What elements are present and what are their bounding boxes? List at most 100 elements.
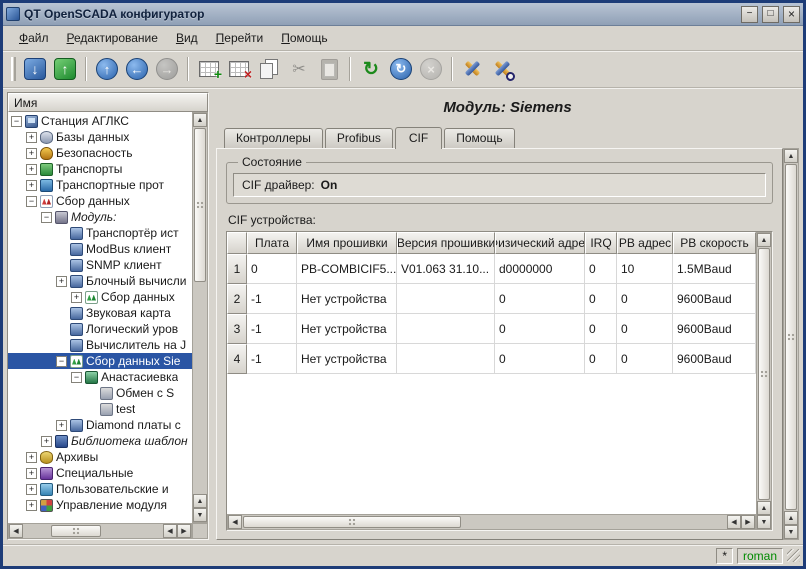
tree-item-transports[interactable]: Транспорты	[8, 161, 192, 177]
save-button[interactable]	[50, 54, 80, 84]
tree-item-module-mgmt[interactable]: Управление модуля	[8, 497, 192, 513]
tree-item-station[interactable]: Станция АГЛКС	[8, 113, 192, 129]
refresh-button[interactable]	[356, 54, 386, 84]
tree-item-template-lib[interactable]: Библиотека шаблон	[8, 433, 192, 449]
tree-item-daq-sub[interactable]: Сбор данных	[8, 289, 192, 305]
expand-icon[interactable]	[26, 484, 37, 495]
tree-item-databases[interactable]: Базы данных	[8, 129, 192, 145]
resize-grip[interactable]	[787, 549, 800, 562]
collapse-icon[interactable]	[41, 212, 52, 223]
menu-edit[interactable]: Редактирование	[59, 28, 166, 48]
titlebar[interactable]: QT OpenSCADA конфигуратор	[3, 3, 803, 26]
scroll-right-icon[interactable]	[177, 524, 191, 538]
tab-help[interactable]: Помощь	[444, 128, 514, 148]
cell[interactable]: 0	[585, 284, 617, 314]
tree-item-exchange[interactable]: Обмен с S	[8, 385, 192, 401]
scroll-left-icon[interactable]	[9, 524, 23, 538]
close-button[interactable]	[783, 6, 800, 23]
table-row[interactable]: 2 -1 Нет устройства 0 0 0 9600Baud	[227, 284, 756, 314]
add-item-button[interactable]	[194, 54, 224, 84]
cell[interactable]: 1.5MBaud	[673, 254, 756, 284]
scroll-down-icon[interactable]	[784, 525, 798, 539]
tree-item-logiclev[interactable]: Логический уров	[8, 321, 192, 337]
cell[interactable]: 10	[617, 254, 673, 284]
tree-header[interactable]: Имя	[8, 93, 208, 112]
expand-icon[interactable]	[26, 164, 37, 175]
cell[interactable]: Нет устройства	[297, 344, 397, 374]
tree-item-protocols[interactable]: Транспортные прот	[8, 177, 192, 193]
cell[interactable]: -1	[247, 314, 297, 344]
scroll-thumb[interactable]	[785, 164, 797, 510]
tree-item-snmp[interactable]: SNMP клиент	[8, 257, 192, 273]
cell[interactable]	[397, 344, 495, 374]
collapse-icon[interactable]	[71, 372, 82, 383]
cell[interactable]: 0	[495, 344, 585, 374]
scroll-thumb[interactable]	[243, 516, 461, 528]
column-header-pb-speed[interactable]: PB скорость	[673, 232, 756, 254]
table-row[interactable]: 4 -1 Нет устройства 0 0 0 9600Baud	[227, 344, 756, 374]
expand-icon[interactable]	[26, 452, 37, 463]
scroll-up-icon[interactable]	[193, 113, 207, 127]
delete-item-button[interactable]	[224, 54, 254, 84]
table-horizontal-scrollbar[interactable]	[227, 514, 756, 530]
menu-go[interactable]: Перейти	[208, 28, 272, 48]
expand-icon[interactable]	[26, 148, 37, 159]
scroll-up-icon[interactable]	[193, 494, 207, 508]
cell[interactable]: 0	[617, 314, 673, 344]
cell[interactable]: 0	[617, 344, 673, 374]
cell[interactable]	[397, 314, 495, 344]
tree-item-blockcalc[interactable]: Блочный вычисли	[8, 273, 192, 289]
cell[interactable]: 0	[585, 254, 617, 284]
cell[interactable]: 9600Baud	[673, 284, 756, 314]
scroll-thumb[interactable]	[758, 248, 770, 500]
menu-help[interactable]: Помощь	[273, 28, 335, 48]
tools-search-button[interactable]	[488, 54, 518, 84]
expand-icon[interactable]	[26, 132, 37, 143]
tree-item-transporter[interactable]: Транспортёр ист	[8, 225, 192, 241]
table-row[interactable]: 1 0 PB-COMBICIF5... V01.063 31.10... d00…	[227, 254, 756, 284]
tree-item-siemens[interactable]: Сбор данных Sie	[8, 353, 192, 369]
start-button[interactable]	[386, 54, 416, 84]
table-vertical-scrollbar[interactable]	[756, 232, 772, 530]
menu-file[interactable]: Файл	[11, 28, 57, 48]
column-header-irq[interactable]: IRQ	[585, 232, 617, 254]
tree-item-archives[interactable]: Архивы	[8, 449, 192, 465]
scroll-up-icon[interactable]	[757, 501, 771, 515]
page-vertical-scrollbar[interactable]	[783, 148, 799, 540]
expand-icon[interactable]	[26, 468, 37, 479]
expand-icon[interactable]	[41, 436, 52, 447]
expand-icon[interactable]	[71, 292, 82, 303]
collapse-icon[interactable]	[11, 116, 22, 127]
scroll-up-icon[interactable]	[784, 149, 798, 163]
scroll-left-icon[interactable]	[163, 524, 177, 538]
back-button[interactable]	[122, 54, 152, 84]
tree-item-modbus[interactable]: ModBus клиент	[8, 241, 192, 257]
cell[interactable]: 0	[247, 254, 297, 284]
tree-item-soundcard[interactable]: Звуковая карта	[8, 305, 192, 321]
scroll-left-icon[interactable]	[228, 515, 242, 529]
column-header-fw-name[interactable]: Имя прошивки	[297, 232, 397, 254]
tree-item-module-group[interactable]: Модуль:	[8, 209, 192, 225]
tab-controllers[interactable]: Контроллеры	[224, 128, 323, 148]
expand-icon[interactable]	[56, 420, 67, 431]
tree-item-anastasievka[interactable]: Анастасиевка	[8, 369, 192, 385]
collapse-icon[interactable]	[26, 196, 37, 207]
scroll-down-icon[interactable]	[757, 515, 771, 529]
cell[interactable]: 9600Baud	[673, 314, 756, 344]
scroll-up-icon[interactable]	[757, 233, 771, 247]
expand-icon[interactable]	[56, 276, 67, 287]
scroll-thumb[interactable]	[194, 128, 206, 282]
maximize-button[interactable]	[762, 6, 779, 23]
splitter[interactable]	[209, 92, 216, 540]
expand-icon[interactable]	[26, 500, 37, 511]
cell[interactable]: Нет устройства	[297, 314, 397, 344]
up-button[interactable]	[92, 54, 122, 84]
tree-item-specials[interactable]: Специальные	[8, 465, 192, 481]
tree-item-test[interactable]: test	[8, 401, 192, 417]
minimize-button[interactable]	[741, 6, 758, 23]
column-header-phys-addr[interactable]: Физический адрес	[495, 232, 585, 254]
cell[interactable]: 9600Baud	[673, 344, 756, 374]
column-header-fw-version[interactable]: Версия прошивки	[397, 232, 495, 254]
scroll-left-icon[interactable]	[727, 515, 741, 529]
load-button[interactable]	[20, 54, 50, 84]
